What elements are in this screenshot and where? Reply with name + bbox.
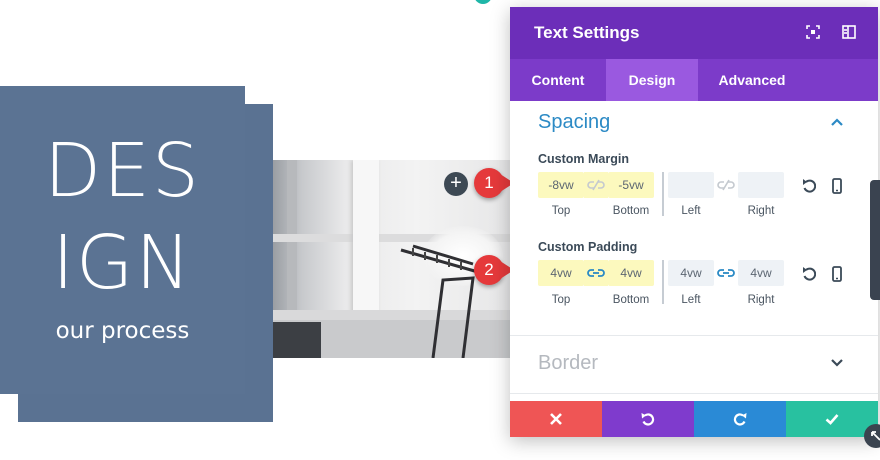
margin-top-label: Top <box>551 205 571 217</box>
spacing-section-title[interactable]: Spacing <box>538 111 610 134</box>
tab-content[interactable]: Content <box>510 59 606 101</box>
margin-top-input[interactable]: -8vw <box>538 172 584 198</box>
padding-right-input[interactable]: 4vw <box>738 260 784 286</box>
margin-left-right-link-icon[interactable] <box>717 179 735 191</box>
padding-left-right-link-icon[interactable] <box>717 267 735 279</box>
margin-left-input[interactable] <box>668 172 714 198</box>
modal-scrollbar[interactable] <box>870 180 880 300</box>
split-view-icon[interactable] <box>842 25 856 39</box>
margin-right-label: Right <box>747 205 775 217</box>
padding-bottom-label: Bottom <box>612 294 650 306</box>
cancel-button[interactable] <box>510 401 602 437</box>
undo-button[interactable] <box>602 401 694 437</box>
subheading: our process <box>55 318 190 344</box>
heading-line-2: IGN <box>52 220 193 306</box>
padding-responsive-phone-icon[interactable] <box>830 266 844 282</box>
padding-left-input[interactable]: 4vw <box>668 260 714 286</box>
section-divider <box>510 335 878 336</box>
chevron-up-icon[interactable] <box>830 117 844 127</box>
redo-icon <box>733 413 747 426</box>
add-module-button[interactable]: + <box>444 172 468 196</box>
border-section-title[interactable]: Border <box>538 352 598 375</box>
padding-right-label: Right <box>747 294 775 306</box>
redo-button[interactable] <box>694 401 786 437</box>
tab-design[interactable]: Design <box>606 59 698 101</box>
heading-line-1: DES <box>44 128 201 214</box>
step-marker-2: 2 <box>474 255 514 285</box>
padding-reset-icon[interactable] <box>802 266 816 282</box>
custom-padding-label: Custom Padding <box>538 240 638 254</box>
expand-icon[interactable] <box>806 25 820 39</box>
tab-advanced[interactable]: Advanced <box>698 59 806 101</box>
check-icon <box>825 414 839 425</box>
teal-indicator <box>474 0 492 4</box>
text-settings-modal: Text Settings Content Design Advanced Sp… <box>510 7 878 437</box>
chevron-down-icon[interactable] <box>830 358 844 368</box>
step-marker-1: 1 <box>474 168 514 198</box>
modal-footer <box>510 401 878 437</box>
margin-top-bottom-link-icon[interactable] <box>587 179 605 191</box>
tab-bar: Content Design Advanced <box>510 59 878 101</box>
design-text-block[interactable]: DES IGN our process <box>0 86 245 394</box>
close-icon <box>550 413 562 425</box>
margin-left-label: Left <box>681 205 701 217</box>
resize-handle-icon[interactable] <box>864 424 880 448</box>
modal-header: Text Settings <box>510 7 878 59</box>
margin-bottom-label: Bottom <box>612 205 650 217</box>
section-divider <box>510 393 878 394</box>
margin-reset-icon[interactable] <box>802 178 816 194</box>
margin-bottom-input[interactable]: -5vw <box>608 172 654 198</box>
margin-responsive-phone-icon[interactable] <box>830 178 844 194</box>
custom-margin-label: Custom Margin <box>538 152 629 166</box>
padding-bottom-input[interactable]: 4vw <box>608 260 654 286</box>
padding-top-label: Top <box>551 294 571 306</box>
modal-title: Text Settings <box>534 23 640 42</box>
undo-icon <box>641 413 655 426</box>
margin-right-input[interactable] <box>738 172 784 198</box>
padding-top-bottom-link-icon[interactable] <box>587 267 605 279</box>
padding-left-label: Left <box>681 294 701 306</box>
padding-top-input[interactable]: 4vw <box>538 260 584 286</box>
